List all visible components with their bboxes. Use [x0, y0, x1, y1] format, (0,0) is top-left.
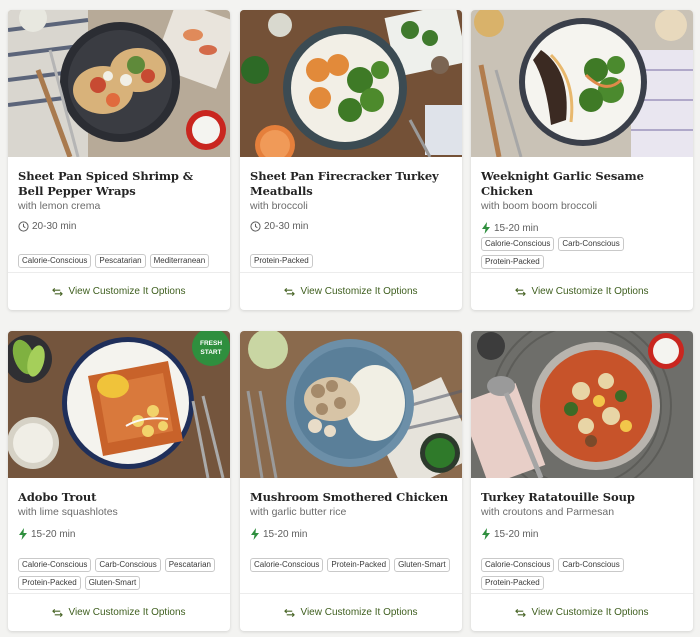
tag: Protein-Packed: [327, 558, 391, 572]
customize-options-link[interactable]: View Customize It Options: [8, 272, 230, 310]
tag: Calorie-Conscious: [18, 254, 92, 268]
lightning-bolt-icon: [482, 528, 490, 540]
cook-time-label: 15-20 min: [31, 528, 76, 540]
recipe-title[interactable]: Mushroom Smothered Chicken: [250, 490, 452, 505]
lightning-bolt-icon: [482, 222, 490, 234]
recipe-subtitle: with garlic butter rice: [250, 506, 347, 518]
swap-arrows-icon: [284, 608, 296, 617]
tag: Carb-Conscious: [558, 558, 624, 572]
customize-options-link[interactable]: View Customize It Options: [471, 272, 693, 310]
recipe-subtitle: with broccoli: [250, 200, 308, 212]
fresh-start-badge: FRESH: [200, 340, 222, 347]
cook-time: 20-30 min: [250, 219, 452, 233]
recipe-card[interactable]: FRESH START Adobo Trout with lime squash…: [8, 331, 230, 631]
tag: Mediterranean: [149, 254, 210, 268]
customize-options-link[interactable]: View Customize It Options: [240, 272, 462, 310]
tag-list: Calorie-Conscious Pescatarian Mediterran…: [18, 254, 222, 268]
tag: Protein-Packed: [18, 576, 81, 590]
recipe-title[interactable]: Sheet Pan Spiced Shrimp & Bell Pepper Wr…: [18, 169, 220, 199]
tag: Calorie-Conscious: [481, 558, 555, 572]
recipe-card[interactable]: Turkey Ratatouille Soup with croutons an…: [471, 331, 693, 631]
fresh-start-badge: START: [200, 349, 221, 356]
tag-list: Protein-Packed: [250, 254, 454, 268]
swap-arrows-icon: [52, 608, 64, 617]
clock-icon: [18, 220, 29, 232]
swap-arrows-icon: [52, 287, 64, 296]
customize-options-label[interactable]: View Customize It Options: [300, 607, 417, 618]
swap-arrows-icon: [284, 287, 296, 296]
customize-options-link[interactable]: View Customize It Options: [240, 593, 462, 631]
customize-options-label[interactable]: View Customize It Options: [531, 286, 648, 297]
cook-time: 20-30 min: [18, 219, 220, 233]
recipe-photo[interactable]: [471, 10, 693, 157]
cook-time-label: 20-30 min: [264, 220, 309, 232]
customize-options-label[interactable]: View Customize It Options: [300, 286, 417, 297]
tag-list: Calorie-Conscious Carb-Conscious Protein…: [481, 558, 685, 590]
tag: Pescatarian: [164, 558, 215, 572]
recipe-subtitle: with boom boom broccoli: [481, 200, 598, 212]
tag: Gluten-Smart: [394, 558, 450, 572]
tag: Carb-Conscious: [95, 558, 161, 572]
cook-time: 15-20 min: [250, 527, 452, 541]
customize-options-link[interactable]: View Customize It Options: [471, 593, 693, 631]
recipe-photo[interactable]: [8, 10, 230, 157]
customize-options-label[interactable]: View Customize It Options: [531, 607, 648, 618]
customize-options-link[interactable]: View Customize It Options: [8, 593, 230, 631]
cook-time: 15-20 min: [481, 221, 683, 235]
tag: Gluten-Smart: [84, 576, 141, 590]
recipe-photo[interactable]: [240, 10, 462, 157]
recipe-photo[interactable]: [471, 331, 693, 478]
cook-time-label: 20-30 min: [32, 220, 77, 232]
recipe-subtitle: with croutons and Parmesan: [481, 506, 615, 518]
cook-time: 15-20 min: [18, 527, 220, 541]
tag: Calorie-Conscious: [250, 558, 324, 572]
customize-options-label[interactable]: View Customize It Options: [68, 286, 185, 297]
tag: Calorie-Conscious: [18, 558, 92, 572]
recipe-title[interactable]: Sheet Pan Firecracker Turkey Meatballs: [250, 169, 452, 199]
recipe-photo[interactable]: [240, 331, 462, 478]
tag-list: Calorie-Conscious Carb-Conscious Pescata…: [18, 558, 222, 590]
tag-list: Calorie-Conscious Carb-Conscious Protein…: [481, 237, 685, 269]
customize-options-label[interactable]: View Customize It Options: [68, 607, 185, 618]
swap-arrows-icon: [515, 608, 527, 617]
recipe-card[interactable]: Mushroom Smothered Chicken with garlic b…: [240, 331, 462, 631]
recipe-title[interactable]: Weeknight Garlic Sesame Chicken: [481, 169, 683, 199]
tag: Protein-Packed: [250, 254, 313, 268]
tag: Calorie-Conscious: [481, 237, 555, 251]
tag: Protein-Packed: [481, 576, 544, 590]
recipe-card[interactable]: Sheet Pan Firecracker Turkey Meatballs w…: [240, 10, 462, 310]
tag: Carb-Conscious: [558, 237, 624, 251]
cook-time-label: 15-20 min: [263, 528, 308, 540]
cook-time-label: 15-20 min: [494, 222, 539, 234]
cook-time: 15-20 min: [481, 527, 683, 541]
recipe-card[interactable]: Weeknight Garlic Sesame Chicken with boo…: [471, 10, 693, 310]
recipe-title[interactable]: Adobo Trout: [18, 490, 220, 505]
cook-time-label: 15-20 min: [494, 528, 539, 540]
clock-icon: [250, 220, 261, 232]
recipe-subtitle: with lemon crema: [18, 200, 101, 212]
lightning-bolt-icon: [251, 528, 259, 540]
recipe-card[interactable]: Sheet Pan Spiced Shrimp & Bell Pepper Wr…: [8, 10, 230, 310]
recipe-subtitle: with lime squashlotes: [18, 506, 118, 518]
swap-arrows-icon: [515, 287, 527, 296]
tag: Pescatarian: [95, 254, 146, 268]
tag-list: Calorie-Conscious Protein-Packed Gluten-…: [250, 558, 454, 572]
recipe-title[interactable]: Turkey Ratatouille Soup: [481, 490, 683, 505]
recipe-photo[interactable]: FRESH START: [8, 331, 230, 478]
lightning-bolt-icon: [19, 528, 27, 540]
tag: Protein-Packed: [481, 255, 544, 269]
